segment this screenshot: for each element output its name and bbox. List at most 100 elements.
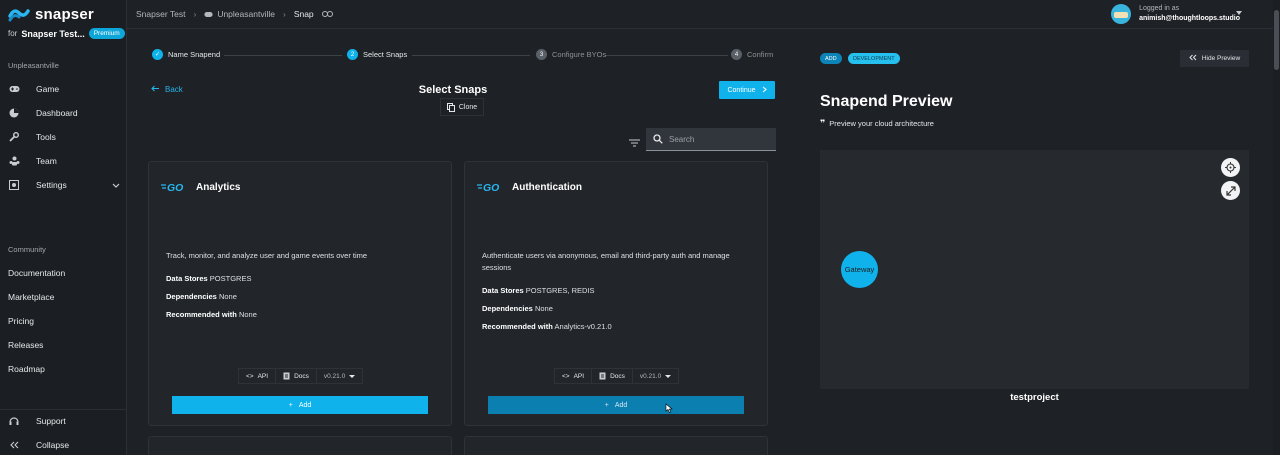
step-name-snapend[interactable]: ✓ Name Snapend: [152, 49, 220, 60]
architecture-canvas[interactable]: Gateway: [820, 150, 1249, 389]
user-info: Logged in as animish@thoughtloops.studio: [1139, 4, 1240, 24]
hide-preview-button[interactable]: Hide Preview: [1180, 50, 1249, 67]
page-scrollbar[interactable]: [1273, 0, 1280, 455]
double-chevron-left-icon: [8, 439, 20, 451]
continue-label: Continue: [727, 86, 756, 94]
gamepad-icon: [8, 83, 20, 95]
continue-button[interactable]: Continue: [719, 81, 775, 99]
sidebar-item-dashboard[interactable]: Dashboard: [8, 106, 120, 120]
mode-tag: ADD: [820, 53, 842, 64]
step-label: Configure BYOs: [552, 50, 607, 59]
breadcrumb-current: Snap: [293, 9, 314, 19]
plan-badge: Premium: [88, 28, 125, 39]
version-value: v0.21.0: [639, 372, 662, 380]
document-icon: [283, 372, 290, 380]
add-button[interactable]: + Add: [172, 396, 428, 414]
expand-icon: [1225, 185, 1236, 196]
clone-label: Clone: [458, 103, 478, 111]
sidebar-item-game[interactable]: Game: [8, 82, 120, 96]
document-icon: [599, 372, 606, 380]
api-button[interactable]: <> API: [555, 369, 591, 383]
search-field[interactable]: [646, 128, 776, 151]
version-select[interactable]: v0.21.0: [315, 369, 362, 383]
step-connector: [224, 55, 342, 56]
go-logo-icon: GO: [161, 182, 183, 193]
breadcrumb-project[interactable]: Unpleasantville: [204, 9, 275, 19]
search-input[interactable]: [669, 134, 769, 144]
add-button[interactable]: + Add: [488, 396, 744, 414]
page-title: Select Snaps: [418, 84, 488, 96]
docs-button[interactable]: Docs: [591, 369, 632, 383]
dependencies-label: Dependencies: [482, 304, 533, 313]
clone-button[interactable]: Clone: [440, 98, 484, 116]
go-logo-icon: GO: [477, 182, 499, 193]
code-icon: <>: [562, 372, 570, 380]
sidebar-item-settings[interactable]: Settings: [8, 178, 120, 192]
preview-subtitle-text: Preview your cloud architecture: [829, 119, 934, 128]
link-releases[interactable]: Releases: [8, 340, 43, 350]
api-label: API: [257, 372, 269, 380]
support-button[interactable]: Support: [8, 414, 120, 428]
card-dependencies: Dependencies None: [482, 304, 553, 313]
card-description: Authenticate users via anonymous, email …: [482, 251, 730, 272]
docs-button[interactable]: Docs: [275, 369, 316, 383]
hide-preview-label: Hide Preview: [1201, 55, 1241, 62]
snap-card-authentication: GO Authentication Authenticate users via…: [464, 161, 768, 426]
step-configure-byos[interactable]: 3 Configure BYOs: [536, 49, 606, 60]
team-icon: [8, 155, 20, 167]
caret-down-icon[interactable]: [1236, 11, 1242, 15]
breadcrumb-org[interactable]: Snapser Test: [136, 9, 185, 19]
user-menu[interactable]: Logged in as animish@thoughtloops.studio: [1111, 4, 1240, 24]
step-label: Select Snaps: [363, 50, 408, 59]
focus-icon: [1225, 162, 1236, 173]
preview-subtitle: ❞ Preview your cloud architecture: [820, 118, 934, 129]
link-pricing[interactable]: Pricing: [8, 316, 34, 326]
add-label: Add: [614, 401, 628, 409]
collapse-button[interactable]: Collapse: [8, 438, 120, 452]
quote-icon: ❞: [820, 118, 826, 128]
filter-icon[interactable]: [629, 134, 640, 152]
fit-view-button[interactable]: [1221, 158, 1240, 177]
org-switcher[interactable]: for Snapser Test... Premium: [8, 28, 125, 39]
org-for-label: for: [8, 29, 18, 38]
step-confirm[interactable]: 4 Confirm: [731, 49, 773, 60]
sidebar-item-label: Team: [36, 156, 57, 166]
settings-box-icon: [8, 179, 20, 191]
step-select-snaps[interactable]: 2 Select Snaps: [347, 49, 407, 60]
api-button[interactable]: <> API: [239, 369, 275, 383]
step-label: Name Snapend: [168, 50, 221, 59]
version-select[interactable]: v0.21.0: [631, 369, 678, 383]
docs-label: Docs: [294, 372, 309, 380]
expand-button[interactable]: [1221, 181, 1240, 200]
card-data-stores: Data Stores POSTGRES, REDIS: [482, 286, 595, 295]
scrollbar-thumb[interactable]: [1274, 10, 1279, 70]
step-connector: [605, 55, 728, 56]
gateway-node[interactable]: Gateway: [841, 251, 878, 288]
check-icon: ✓: [152, 49, 163, 60]
support-icon: [8, 415, 20, 427]
step-number: 4: [731, 49, 742, 60]
back-label: Back: [165, 85, 183, 94]
sidebar: snapser for Snapser Test... Premium Unpl…: [0, 0, 127, 455]
chevron-right-icon: [762, 86, 767, 95]
card-dependencies: Dependencies None: [166, 292, 237, 301]
card-tools: <> API Docs v0.21.0: [238, 368, 364, 384]
recommended-value: Analytics-v0.21.0: [554, 322, 612, 331]
sidebar-item-team[interactable]: Team: [8, 154, 120, 168]
recommended-value: None: [238, 310, 257, 319]
card-title: Authentication: [512, 181, 582, 193]
back-link[interactable]: Back: [151, 85, 183, 94]
card-recommended: Recommended with Analytics-v0.21.0: [482, 322, 612, 331]
chevron-down-icon: [112, 180, 120, 190]
link-documentation[interactable]: Documentation: [8, 268, 65, 278]
recommended-label: Recommended with: [482, 322, 553, 331]
link-roadmap[interactable]: Roadmap: [8, 364, 45, 374]
sidebar-item-tools[interactable]: Tools: [8, 130, 120, 144]
brand-logo[interactable]: snapser: [8, 6, 94, 23]
link-icon[interactable]: [321, 11, 333, 17]
step-number: 3: [536, 49, 547, 60]
snap-card: [148, 436, 452, 455]
link-marketplace[interactable]: Marketplace: [8, 292, 54, 302]
snap-card-analytics: GO Analytics Track, monitor, and analyze…: [148, 161, 452, 426]
dependencies-label: Dependencies: [166, 292, 217, 301]
